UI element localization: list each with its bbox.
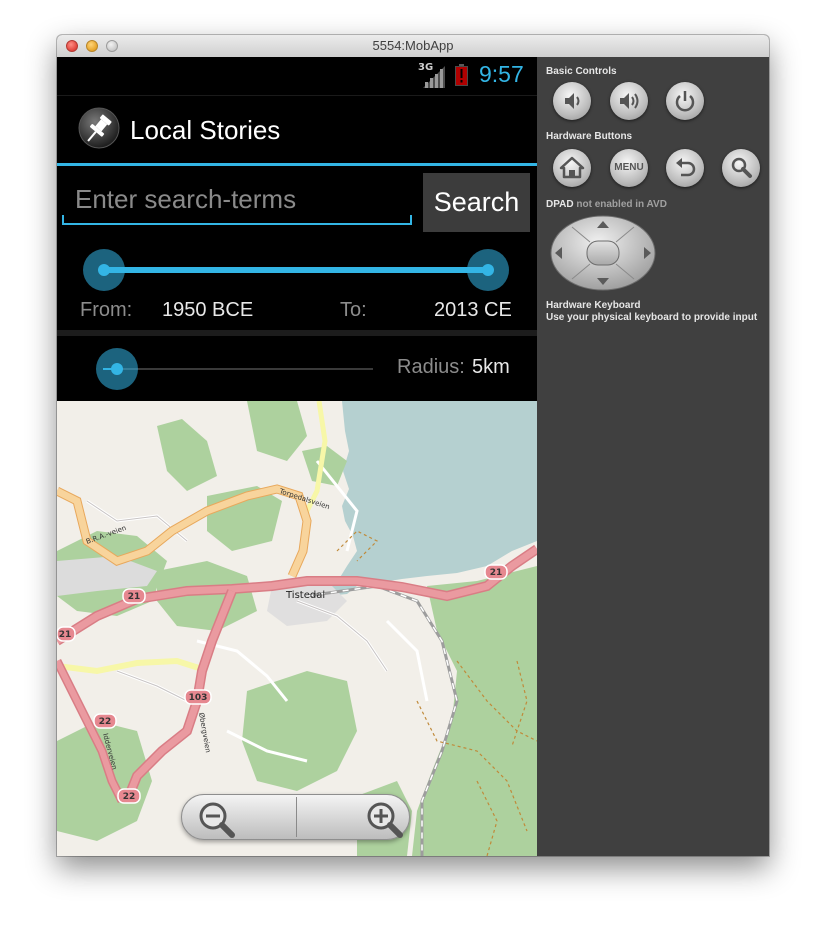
volume-up-icon <box>620 93 639 109</box>
radius-slider-thumb[interactable] <box>96 348 138 390</box>
svg-text:21: 21 <box>128 592 141 602</box>
back-icon <box>676 158 696 177</box>
home-icon <box>559 156 585 179</box>
battery-alert-icon <box>455 64 468 86</box>
search-icon <box>731 157 752 178</box>
zoom-in-icon <box>367 802 403 838</box>
dpad-note: not enabled in AVD <box>576 199 667 210</box>
status-bar: 3G 9:57 <box>57 57 537 96</box>
volume-down-icon <box>565 93 580 109</box>
zoom-out-icon <box>199 802 235 838</box>
emulator-control-panel: Basic Controls Hardware Buttons MENU DPA… <box>537 57 769 856</box>
signal-strength-icon <box>423 66 445 88</box>
search-button[interactable]: Search <box>423 173 530 232</box>
action-bar: Local Stories <box>57 96 537 166</box>
power-button[interactable] <box>666 82 704 120</box>
radius-slider-track[interactable] <box>119 368 373 370</box>
home-button[interactable] <box>553 149 591 187</box>
phone-screen: 3G 9:57 Local Stories Enter search-terms… <box>57 57 537 856</box>
zoom-out-button[interactable] <box>182 795 296 839</box>
dpad-label: DPAD not enabled in AVD <box>546 199 667 210</box>
from-label: From: <box>80 299 133 321</box>
hardware-buttons-label: Hardware Buttons <box>546 131 633 142</box>
from-value: 1950 BCE <box>162 299 254 321</box>
menu-button[interactable]: MENU <box>610 149 648 187</box>
window-title: 5554:MobApp <box>372 38 454 53</box>
search-input[interactable] <box>75 183 395 215</box>
to-label: To: <box>340 299 367 321</box>
search-hardware-button[interactable] <box>722 149 760 187</box>
status-clock: 9:57 <box>479 61 524 87</box>
map-label-tistedal: Tistedal <box>285 590 325 601</box>
map-zoom-control <box>181 794 410 840</box>
pushpin-icon[interactable] <box>78 107 120 149</box>
hardware-keyboard-note: Use your physical keyboard to provide in… <box>546 312 758 323</box>
svg-text:21: 21 <box>59 630 72 640</box>
search-field[interactable] <box>62 173 412 225</box>
svg-text:21: 21 <box>490 568 503 578</box>
map-tiles[interactable]: 21 21 21 103 22 22 Tistedal Torpedalsvei… <box>57 401 537 856</box>
volume-down-button[interactable] <box>553 82 591 120</box>
to-value: 2013 CE <box>434 299 512 321</box>
svg-text:103: 103 <box>189 693 208 703</box>
time-range-track[interactable] <box>104 267 490 273</box>
svg-text:22: 22 <box>99 717 112 727</box>
emulator-window: 5554:MobApp 3G 9:57 Local Stories Enter … <box>57 35 769 856</box>
svg-text:22: 22 <box>123 792 136 802</box>
window-titlebar: 5554:MobApp <box>57 35 769 58</box>
dpad-control[interactable] <box>550 215 656 291</box>
basic-controls-label: Basic Controls <box>546 66 617 77</box>
app-title: Local Stories <box>130 115 281 145</box>
map-view[interactable]: 21 21 21 103 22 22 Tistedal Torpedalsvei… <box>57 401 537 856</box>
section-divider <box>57 330 537 336</box>
time-range-end-thumb[interactable] <box>467 249 509 291</box>
volume-up-button[interactable] <box>610 82 648 120</box>
radius-value: 5km <box>472 356 510 378</box>
hardware-keyboard-label: Hardware Keyboard <box>546 300 641 311</box>
zoom-in-button[interactable] <box>297 795 411 839</box>
power-icon <box>675 91 695 112</box>
radius-label: Radius: <box>397 356 465 378</box>
menu-label: MENU <box>614 162 644 173</box>
time-range-start-thumb[interactable] <box>83 249 125 291</box>
back-button[interactable] <box>666 149 704 187</box>
